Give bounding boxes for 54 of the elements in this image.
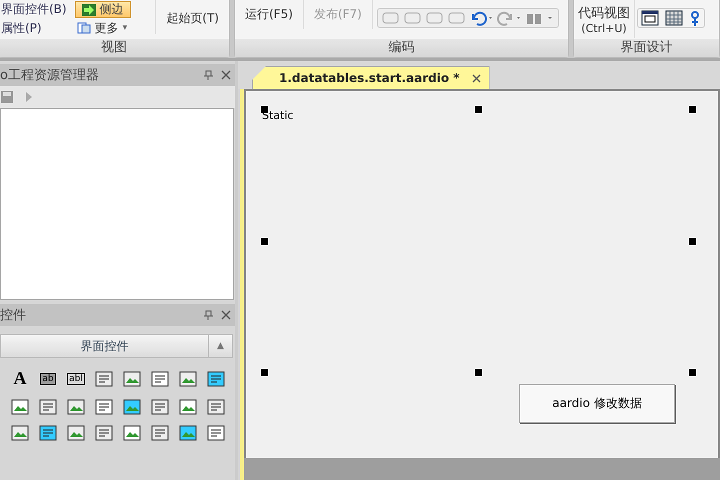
- document-icon: [76, 22, 91, 34]
- label-tool[interactable]: A: [14, 368, 26, 389]
- toolbox-tab[interactable]: 界面控件: [1, 335, 208, 357]
- resize-handle[interactable]: [689, 106, 696, 113]
- control-icon[interactable]: [207, 399, 225, 415]
- ribbon-item[interactable]: 界面控件(B): [1, 1, 67, 18]
- control-icon[interactable]: [11, 425, 29, 441]
- resize-handle[interactable]: [689, 238, 696, 245]
- control-icon[interactable]: [179, 399, 197, 415]
- control-icon[interactable]: [95, 399, 113, 415]
- resize-handle[interactable]: [689, 369, 696, 376]
- close-icon[interactable]: [472, 74, 481, 82]
- code-view-button[interactable]: 代码视图 (Ctrl+U): [574, 0, 635, 38]
- resize-handle[interactable]: [475, 106, 482, 113]
- panel-title: 控件: [0, 307, 26, 324]
- close-icon[interactable]: [221, 70, 231, 80]
- sidebar-button[interactable]: 侧边: [74, 1, 131, 18]
- edit-tool[interactable]: abl: [67, 372, 85, 384]
- window-icon[interactable]: [641, 10, 659, 26]
- group-title: 视图: [0, 39, 229, 57]
- control-icon[interactable]: [151, 399, 169, 415]
- control-icon[interactable]: [179, 370, 197, 386]
- control-icon[interactable]: [207, 370, 225, 386]
- ribbon-item[interactable]: 属性(P): [1, 20, 67, 37]
- control-icon[interactable]: [123, 370, 141, 386]
- collapse-button[interactable]: ▲: [208, 335, 232, 357]
- control-icon[interactable]: [151, 425, 169, 441]
- control-icon[interactable]: [39, 425, 57, 441]
- document-tab[interactable]: 1.datatables.start.aardio *: [252, 66, 490, 89]
- resize-handle[interactable]: [261, 369, 268, 376]
- control-icon[interactable]: [95, 370, 113, 386]
- control-icon[interactable]: [123, 399, 141, 415]
- control-icon[interactable]: [11, 399, 29, 415]
- control-icon[interactable]: [67, 399, 85, 415]
- control-icon[interactable]: [179, 425, 197, 441]
- control-icon[interactable]: [39, 399, 57, 415]
- control-icon[interactable]: [123, 425, 141, 441]
- group-title: 界面设计: [574, 39, 719, 57]
- static-tool[interactable]: ab: [40, 372, 56, 384]
- run-button[interactable]: 运行(F5): [235, 0, 303, 29]
- arrow-icon: [82, 4, 96, 16]
- close-icon[interactable]: [221, 310, 231, 320]
- panel-title: o工程资源管理器: [0, 67, 99, 84]
- control-icon[interactable]: [207, 425, 225, 441]
- more-button[interactable]: 更多 ▾: [76, 20, 131, 36]
- resize-handle[interactable]: [261, 238, 268, 245]
- grid-icon[interactable]: [665, 10, 683, 26]
- start-page-button[interactable]: 起始页(T): [155, 0, 229, 34]
- control-icon[interactable]: [67, 425, 85, 441]
- form-button[interactable]: aardio 修改数据: [519, 384, 675, 423]
- resize-handle[interactable]: [475, 369, 482, 376]
- group-title: 编码: [235, 39, 568, 57]
- control-icon[interactable]: [95, 425, 113, 441]
- control-icon[interactable]: [151, 370, 169, 386]
